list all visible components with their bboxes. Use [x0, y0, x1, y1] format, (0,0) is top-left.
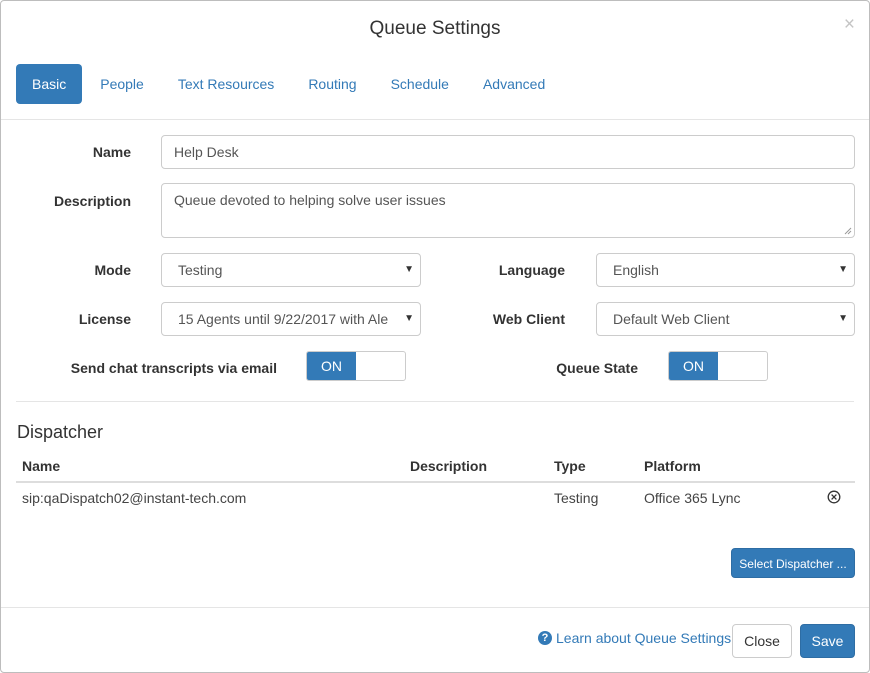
select-dispatcher-button[interactable]: Select Dispatcher ...	[731, 548, 855, 578]
web-client-label: Web Client	[492, 311, 565, 327]
description-textarea[interactable]: Queue devoted to helping solve user issu…	[161, 183, 855, 238]
queue-settings-dialog: Queue Settings × Basic People Text Resou…	[0, 0, 870, 673]
description-text: Queue devoted to helping solve user issu…	[174, 192, 446, 208]
footer-divider	[1, 607, 869, 608]
queue-state-label: Queue State	[556, 360, 638, 376]
queue-state-toggle[interactable]: ON	[668, 351, 768, 381]
close-button[interactable]: Close	[732, 624, 792, 658]
description-label: Description	[53, 193, 131, 209]
learn-about-link-text: Learn about Queue Settings	[556, 630, 732, 646]
dialog-title: Queue Settings	[369, 18, 501, 39]
dispatcher-platform-cell: Office 365 Lync	[644, 490, 741, 506]
web-client-select[interactable]: Default Web Client ▼	[596, 302, 855, 336]
language-selected-value: English	[613, 262, 659, 278]
web-client-selected-value: Default Web Client	[613, 311, 730, 327]
chevron-down-icon: ▼	[838, 264, 848, 275]
close-icon[interactable]: ×	[844, 15, 855, 34]
tab-people[interactable]: People	[84, 64, 160, 104]
toggle-on-state: ON	[307, 352, 356, 380]
chevron-down-icon: ▼	[838, 313, 848, 324]
table-header-divider	[16, 481, 855, 483]
dialog-header: Queue Settings ×	[1, 1, 869, 57]
toggle-on-state: ON	[669, 352, 718, 380]
tab-text-resources[interactable]: Text Resources	[162, 64, 290, 104]
language-select[interactable]: English ▼	[596, 253, 855, 287]
column-header-type: Type	[554, 458, 586, 474]
license-select[interactable]: 15 Agents until 9/22/2017 with Ale ▼	[161, 302, 421, 336]
chevron-down-icon: ▼	[404, 264, 414, 275]
tab-advanced[interactable]: Advanced	[467, 64, 561, 104]
chevron-down-icon: ▼	[404, 313, 414, 324]
license-selected-value: 15 Agents until 9/22/2017 with Ale	[178, 311, 389, 327]
save-button[interactable]: Save	[800, 624, 855, 658]
column-header-description: Description	[410, 458, 488, 474]
tabs-divider	[1, 119, 869, 120]
tab-bar: Basic People Text Resources Routing Sche…	[16, 64, 563, 104]
tab-schedule[interactable]: Schedule	[375, 64, 465, 104]
license-label: License	[78, 311, 131, 327]
name-label: Name	[92, 144, 131, 160]
mode-label: Mode	[94, 262, 131, 278]
mode-selected-value: Testing	[178, 262, 223, 278]
section-divider	[16, 401, 854, 402]
tab-basic[interactable]: Basic	[16, 64, 83, 104]
tab-routing[interactable]: Routing	[292, 64, 372, 104]
resize-grip-icon[interactable]	[844, 227, 852, 235]
dispatcher-name-cell: sip:qaDispatch02@instant-tech.com	[22, 490, 247, 506]
column-header-platform: Platform	[644, 458, 701, 474]
dispatcher-section-title: Dispatcher	[17, 422, 104, 442]
language-label: Language	[498, 262, 565, 278]
column-header-name: Name	[22, 458, 61, 474]
transcripts-toggle[interactable]: ON	[306, 351, 406, 381]
transcripts-label: Send chat transcripts via email	[70, 360, 277, 376]
mode-select[interactable]: Testing ▼	[161, 253, 421, 287]
question-circle-icon: ?	[538, 631, 552, 645]
dispatcher-type-cell: Testing	[554, 490, 599, 506]
remove-circle-icon[interactable]	[827, 490, 841, 504]
learn-about-link[interactable]: ? Learn about Queue Settings	[538, 630, 731, 646]
name-input[interactable]: Help Desk	[161, 135, 855, 169]
